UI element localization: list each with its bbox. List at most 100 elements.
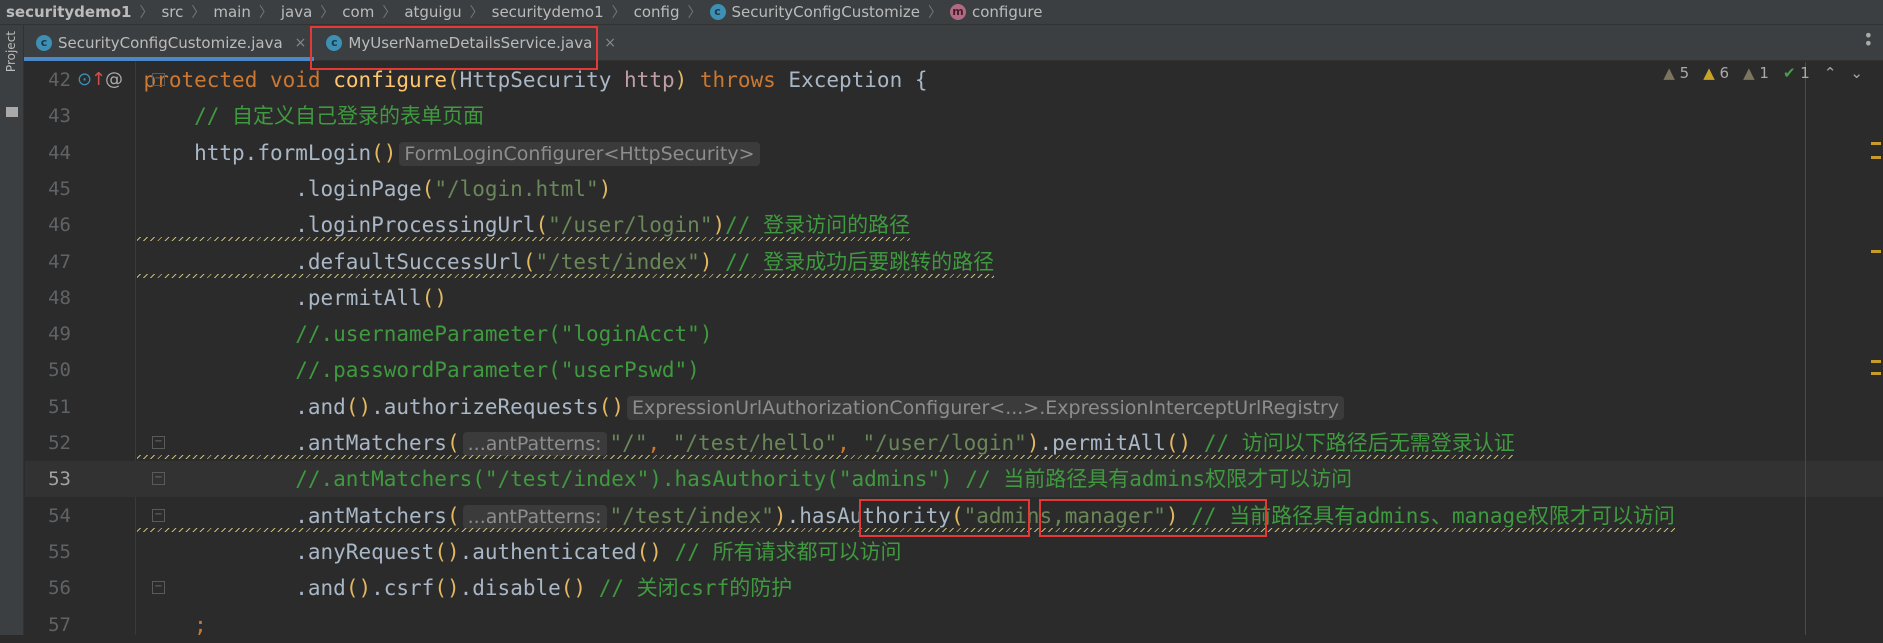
line-number: 44 — [48, 141, 71, 164]
code-token: throws — [687, 68, 789, 92]
code-line[interactable]: 42 protected void configure(HttpSecurity … — [25, 62, 1883, 98]
breadcrumb-item[interactable]: config — [634, 3, 680, 21]
code-token: ( — [446, 503, 460, 528]
code-token: .csrf — [371, 576, 435, 601]
code-text: .anyRequest().authenticated() // 所有请求都可以… — [295, 534, 901, 570]
code-token: . — [786, 503, 800, 528]
code-token: () — [1165, 431, 1192, 455]
code-text: ; — [194, 607, 207, 643]
class-icon: c — [36, 35, 52, 51]
breadcrumb-item[interactable]: java — [281, 3, 312, 21]
breadcrumb-label: atguigu — [404, 3, 462, 21]
code-text: //.passwordParameter("userPswd") — [295, 352, 700, 388]
code-line[interactable]: 57; — [25, 607, 1883, 643]
breadcrumb-label: securitydemo1 — [491, 3, 604, 21]
code-token: // 所有请求都可以访问 — [661, 539, 902, 564]
fold-marker-icon[interactable]: − — [152, 508, 165, 522]
ok-count[interactable]: ✔ 1 — [1783, 64, 1810, 82]
code-token: http.formLogin — [194, 140, 372, 165]
inlay-hint: ...antPatterns: — [462, 504, 607, 529]
warning-icon: ▲ — [1703, 64, 1715, 82]
more-options-icon[interactable]: • • — [1864, 28, 1873, 52]
weak-warning-icon: ▲ — [1663, 64, 1675, 82]
code-token: configure — [333, 68, 447, 92]
scrollbar-marker[interactable] — [1871, 360, 1881, 363]
line-number: 46 — [48, 214, 71, 237]
code-line[interactable]: 43 // 自定义自己登录的表单页面 — [25, 98, 1883, 134]
code-line[interactable]: 50 //.passwordParameter("userPswd") — [25, 352, 1883, 388]
close-tab-icon[interactable]: × — [604, 35, 616, 51]
scrollbar-marker[interactable] — [1871, 156, 1881, 159]
scrollbar-marker[interactable] — [1871, 372, 1881, 375]
code-line[interactable]: 49 //.usernameParameter("loginAcct") — [25, 316, 1883, 352]
previous-highlight-icon[interactable]: ⌃ — [1824, 64, 1837, 82]
breadcrumb-item[interactable]: src — [161, 3, 183, 21]
scrollbar-marker[interactable] — [1871, 142, 1881, 145]
breadcrumb-item[interactable]: m configure — [950, 3, 1042, 21]
line-number: 50 — [48, 359, 71, 382]
breadcrumb-item[interactable]: atguigu — [404, 3, 461, 21]
code-line[interactable]: 48 .permitAll() — [25, 280, 1883, 316]
code-token: , — [647, 431, 673, 455]
code-line[interactable]: 53 //.antMatchers("/test/index").hasAutho… — [25, 461, 1883, 498]
code-token: .permitAll — [295, 285, 422, 310]
code-token: .and — [295, 394, 346, 419]
breadcrumb-item[interactable]: com — [342, 3, 374, 21]
warning-count[interactable]: ▲ 6 — [1703, 64, 1729, 82]
code-line[interactable]: 46 .loginProcessingUrl("/user/login")// 登… — [25, 207, 1883, 243]
breadcrumb: securitydemo1 〉 src 〉 main 〉 java 〉 com 〉 atguigu 〉… — [0, 0, 1883, 25]
fold-marker-icon[interactable]: − — [152, 73, 165, 86]
warning-squiggle — [137, 273, 994, 278]
code-line[interactable]: 47 .defaultSuccessUrl("/test/index") // 登… — [25, 244, 1883, 280]
check-icon: ✔ — [1782, 64, 1796, 82]
editor-tab[interactable]: c SecurityConfigCustomize.java × — [24, 25, 315, 61]
code-token: .and — [295, 576, 346, 601]
fold-marker-icon[interactable]: − — [152, 581, 165, 595]
code-line[interactable]: 51 .and().authorizeRequests() ExpressionUr… — [25, 389, 1883, 425]
line-number: 56 — [48, 577, 71, 600]
line-number: 49 — [48, 323, 71, 346]
scrollbar-marker[interactable] — [1871, 250, 1881, 253]
breadcrumb-label: config — [633, 3, 680, 21]
weak-warning-count[interactable]: ▲ 5 — [1663, 64, 1689, 82]
typo-count[interactable]: ▲ 1 — [1743, 64, 1769, 82]
breadcrumb-label: securitydemo1 — [6, 3, 132, 21]
next-highlight-icon[interactable]: ⌄ — [1850, 64, 1863, 82]
breadcrumb-item[interactable]: main — [213, 3, 250, 21]
method-icon: m — [950, 4, 966, 20]
code-token: // 关闭csrf的防护 — [586, 576, 793, 601]
code-line[interactable]: 44 http.formLogin() FormLoginConfigurer<Ht… — [25, 135, 1883, 171]
code-line[interactable]: 56 .and().csrf().disable() // 关闭csrf的防护 — [25, 570, 1883, 606]
close-tab-icon[interactable]: × — [295, 35, 307, 51]
code-line[interactable]: 55 .anyRequest().authenticated() // 所有请求都… — [25, 534, 1883, 570]
inlay-hint: ExpressionUrlAuthorizationConfigurer<...… — [626, 395, 1345, 420]
code-line[interactable]: 52 .antMatchers(...antPatterns: "/", "/tes… — [25, 425, 1883, 461]
folder-icon[interactable] — [6, 107, 18, 117]
code-line[interactable]: 45 .loginPage("/login.html") — [25, 171, 1883, 207]
breadcrumb-separator: 〉 — [687, 5, 702, 21]
line-number: 47 — [48, 250, 71, 273]
code-text: .permitAll() — [295, 280, 447, 316]
code-token: .permitAll — [1039, 431, 1166, 455]
code-token: ) — [1026, 431, 1040, 455]
code-token: () — [434, 576, 460, 601]
code-token: protected void — [143, 68, 334, 92]
tab-label: SecurityConfigCustomize.java — [58, 34, 283, 52]
code-token: "/user/login" — [548, 213, 713, 238]
code-editor[interactable]: ⊙ ↑ @ 42 protected void configure(HttpSec… — [25, 62, 1883, 637]
code-token: () — [598, 394, 624, 419]
fold-marker-icon[interactable]: − — [152, 472, 165, 486]
inspection-widget[interactable]: ▲ 5 ▲ 6 ▲ 1 ✔ 1 ⌃ ⌄ — [1663, 64, 1863, 82]
code-token: ) — [674, 68, 688, 92]
breadcrumb-item[interactable]: c SecurityConfigCustomize — [709, 3, 920, 21]
project-tool-button[interactable]: Project — [4, 31, 18, 72]
code-token: http — [624, 68, 675, 92]
breadcrumb-item[interactable]: securitydemo1 — [6, 3, 131, 21]
highlight-box-authority-string — [1039, 499, 1267, 537]
breadcrumb-item[interactable]: securitydemo1 — [492, 3, 604, 21]
fold-marker-icon[interactable]: − — [152, 436, 165, 449]
code-text: //.usernameParameter("loginAcct") — [295, 316, 712, 352]
code-token: ) — [773, 503, 787, 528]
line-number: 57 — [48, 613, 71, 636]
code-token: //.passwordParameter("userPswd") — [295, 358, 700, 383]
